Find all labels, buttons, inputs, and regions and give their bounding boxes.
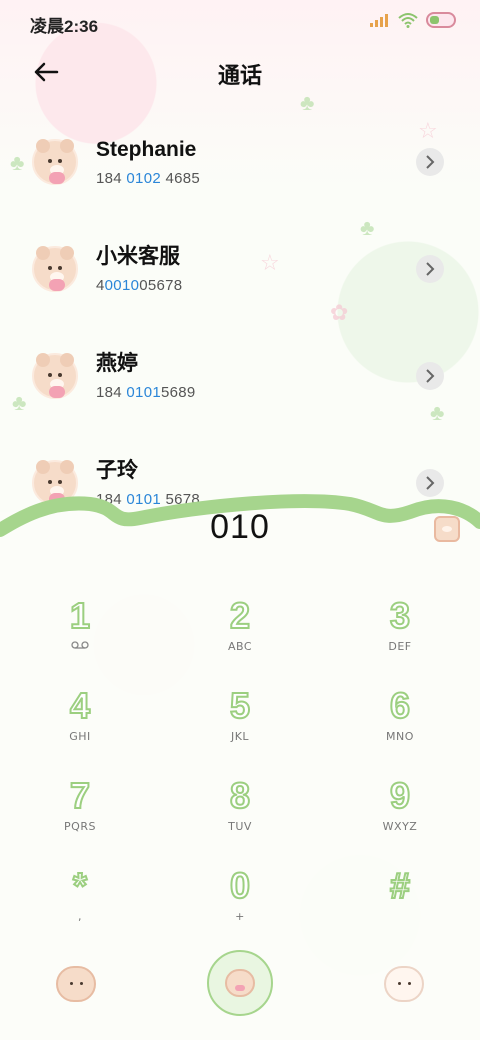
header: 通话 (0, 46, 480, 96)
contact-detail-button[interactable] (416, 362, 444, 390)
contact-name: Stephanie (96, 138, 197, 161)
battery-icon (426, 12, 456, 28)
list-item[interactable]: 小米客服 4001005678 (0, 215, 480, 322)
key-1[interactable]: 1 (25, 595, 135, 666)
list-item[interactable]: Stephanie 184 0102 4685 (0, 108, 480, 215)
key-7[interactable]: 7 PQRS (25, 775, 135, 846)
key-3[interactable]: 3 DEF (345, 595, 455, 666)
key-4[interactable]: 4 GHI (25, 685, 135, 756)
status-bar: 凌晨2:36 (0, 0, 480, 42)
chevron-right-icon (426, 155, 435, 169)
signal-icon (370, 13, 390, 27)
key-8[interactable]: 8 TUV (185, 775, 295, 846)
avatar (32, 245, 78, 292)
key-6[interactable]: 6 MNO (345, 685, 455, 756)
key-hash[interactable]: # (345, 865, 455, 936)
page-title: 通话 (217, 63, 262, 88)
status-icons (370, 12, 456, 28)
chevron-right-icon (426, 369, 435, 383)
contacts-bear-icon[interactable] (56, 966, 96, 1002)
contact-name: 燕婷 (96, 352, 138, 375)
contact-detail-button[interactable] (416, 255, 444, 283)
contact-name: 小米客服 (96, 245, 180, 268)
contact-number: 184 0102 4685 (96, 170, 201, 187)
avatar (32, 352, 78, 399)
wifi-icon (398, 13, 418, 28)
call-bear-icon (225, 969, 255, 997)
key-0[interactable]: 0 + (185, 865, 295, 936)
call-button[interactable] (207, 950, 273, 1016)
chevron-right-icon (426, 262, 435, 276)
menu-bear-icon[interactable] (384, 966, 424, 1002)
list-item[interactable]: 燕婷 184 01015689 (0, 322, 480, 429)
avatar (32, 138, 78, 185)
bear-sticker-icon[interactable] (434, 516, 460, 542)
status-time: 凌晨2:36 (30, 17, 99, 36)
contact-number: 184 01015689 (96, 384, 196, 401)
dialpad-panel: 010 1 2 ABC 3 DEF 4 GHI 5 JKL 6 MNO 7 PQ… (0, 478, 480, 1040)
dialer-bottom-bar (0, 948, 480, 1028)
key-2[interactable]: 2 ABC (185, 595, 295, 666)
key-9[interactable]: 9 WXYZ (345, 775, 455, 846)
dialed-number[interactable]: 010 (0, 508, 480, 547)
contact-detail-button[interactable] (416, 148, 444, 176)
key-star[interactable]: * , (25, 865, 135, 936)
contact-number: 4001005678 (96, 277, 183, 294)
voicemail-icon (71, 641, 89, 649)
key-5[interactable]: 5 JKL (185, 685, 295, 756)
call-list: Stephanie 184 0102 4685 小米客服 4001005678 … (0, 108, 480, 536)
